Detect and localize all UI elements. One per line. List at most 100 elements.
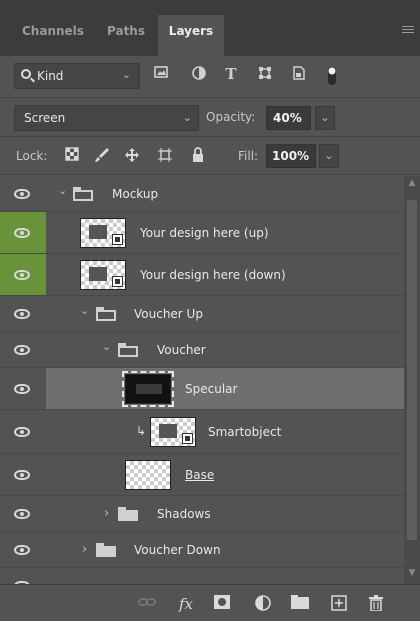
clipping-mask-icon: ↳	[136, 424, 147, 438]
link-layers-icon[interactable]	[137, 595, 157, 613]
tab-paths[interactable]: Paths	[97, 15, 155, 56]
visibility-toggle[interactable]	[0, 568, 46, 584]
eye-icon	[14, 189, 30, 199]
eye-icon	[14, 545, 30, 555]
type-filter-icon[interactable]: T	[223, 66, 239, 82]
eye-icon	[14, 427, 30, 437]
adjustment-layer-icon[interactable]	[254, 595, 272, 613]
scroll-down-icon[interactable]: ▼	[404, 568, 420, 582]
lock-image-pixels-icon[interactable]	[94, 147, 110, 163]
chevron-down-icon[interactable]: ⌄	[80, 304, 89, 317]
visibility-toggle[interactable]	[0, 332, 46, 367]
smartobject-filter-icon[interactable]	[291, 66, 307, 82]
eye-icon	[14, 345, 30, 355]
layer-row-mockup[interactable]: ⌄ Mockup	[0, 176, 404, 212]
eye-icon	[14, 384, 30, 394]
chevron-right-icon[interactable]: ›	[104, 506, 109, 521]
chevron-down-icon[interactable]: ⌄	[102, 340, 111, 353]
opacity-label: Opacity:	[206, 110, 256, 124]
panel-tab-bar: Channels Paths Layers	[0, 0, 420, 56]
chevron-down-icon: ⌄	[182, 111, 192, 124]
visibility-toggle[interactable]	[0, 368, 46, 409]
layer-thumbnail	[150, 417, 196, 447]
delete-icon[interactable]	[367, 595, 385, 613]
layer-name: Voucher Down	[134, 543, 221, 557]
folder-open-icon	[118, 343, 138, 357]
fill-field[interactable]: 100%	[266, 144, 316, 168]
eye-icon	[14, 270, 30, 280]
new-layer-icon[interactable]	[330, 595, 348, 613]
lock-all-icon[interactable]	[190, 147, 206, 163]
eye-icon	[14, 228, 30, 238]
tab-layers[interactable]: Layers	[158, 15, 224, 56]
layer-name: Specular	[185, 382, 238, 396]
lock-row: Lock: Fill: 100% ⌄	[0, 137, 420, 175]
layer-name: Smartobject	[208, 425, 282, 439]
kind-filter-label: Kind	[37, 69, 64, 83]
eye-icon	[14, 309, 30, 319]
layer-row-specular[interactable]: Specular	[0, 368, 404, 410]
eye-icon	[14, 470, 30, 480]
visibility-toggle[interactable]	[0, 212, 46, 253]
layers-panel: Channels Paths Layers Kind ⌄ T Screen ⌄ …	[0, 0, 420, 621]
layer-filter-row: Kind ⌄	[0, 56, 420, 98]
chevron-right-icon[interactable]: ›	[82, 542, 87, 557]
layer-name: Shadows	[157, 507, 211, 521]
layer-name: Voucher	[157, 343, 206, 357]
layer-row-smartobject[interactable]: ↳ Smartobject	[0, 410, 404, 454]
lock-artboard-icon[interactable]	[157, 147, 173, 163]
layer-row-voucher-down[interactable]: › Voucher Down	[0, 532, 404, 568]
folder-icon	[96, 543, 116, 557]
adjustment-filter-icon[interactable]	[191, 66, 207, 82]
visibility-toggle[interactable]	[0, 296, 46, 331]
panel-menu-icon[interactable]	[402, 26, 414, 36]
add-mask-icon[interactable]	[213, 595, 231, 613]
eye-icon	[14, 509, 30, 519]
kind-filter-select[interactable]: Kind ⌄	[14, 63, 140, 89]
fill-slider-button[interactable]: ⌄	[319, 144, 339, 168]
opacity-field[interactable]: 40%	[266, 106, 311, 130]
layer-row-shadows[interactable]: › Shadows	[0, 496, 404, 532]
layer-thumbnail	[80, 218, 126, 248]
layer-row-voucher-up[interactable]: ⌄ Voucher Up	[0, 296, 404, 332]
visibility-toggle[interactable]	[0, 532, 46, 567]
folder-icon	[118, 507, 138, 521]
visibility-toggle[interactable]	[0, 454, 46, 495]
lock-label: Lock:	[16, 149, 48, 163]
visibility-toggle[interactable]	[0, 254, 46, 295]
blend-mode-select[interactable]: Screen ⌄	[14, 105, 199, 131]
layer-name: Your design here (up)	[140, 226, 269, 240]
layer-thumbnail	[122, 371, 174, 407]
lock-position-icon[interactable]	[124, 147, 140, 163]
chevron-down-icon: ⌄	[121, 68, 131, 81]
layer-row-design-up[interactable]: Your design here (up)	[0, 212, 404, 254]
shape-filter-icon[interactable]	[257, 66, 273, 82]
layer-row-voucher[interactable]: ⌄ Voucher	[0, 332, 404, 368]
opacity-slider-button[interactable]: ⌄	[315, 106, 335, 130]
layer-row-base[interactable]: Base	[0, 454, 404, 496]
tab-channels[interactable]: Channels	[12, 15, 94, 56]
scroll-up-icon[interactable]: ▲	[404, 178, 420, 192]
layers-scrollbar[interactable]: ▲ ▼	[404, 176, 420, 584]
layer-name: Voucher Up	[134, 307, 203, 321]
layer-name: Base	[185, 468, 215, 482]
fill-label: Fill:	[238, 149, 259, 163]
filter-toggle-icon[interactable]	[324, 66, 340, 85]
visibility-toggle[interactable]	[0, 496, 46, 531]
new-group-icon[interactable]	[290, 595, 310, 613]
layer-thumbnail	[125, 460, 171, 490]
layer-row-design-down[interactable]: Your design here (down)	[0, 254, 404, 296]
visibility-toggle[interactable]	[0, 410, 46, 453]
image-filter-icon[interactable]	[153, 66, 169, 82]
visibility-toggle[interactable]	[0, 176, 46, 211]
smartobject-badge-icon	[112, 276, 123, 287]
layer-name: Mockup	[112, 187, 159, 201]
scroll-thumb[interactable]	[407, 200, 417, 540]
layer-thumbnail	[80, 260, 126, 290]
chevron-down-icon[interactable]: ⌄	[58, 184, 67, 197]
lock-transparent-pixels-icon[interactable]	[64, 147, 80, 163]
layer-row-partial[interactable]	[0, 568, 404, 584]
folder-open-icon	[73, 187, 93, 201]
fx-icon[interactable]: fx	[175, 595, 197, 613]
blend-row: Screen ⌄ Opacity: 40% ⌄	[0, 99, 420, 137]
